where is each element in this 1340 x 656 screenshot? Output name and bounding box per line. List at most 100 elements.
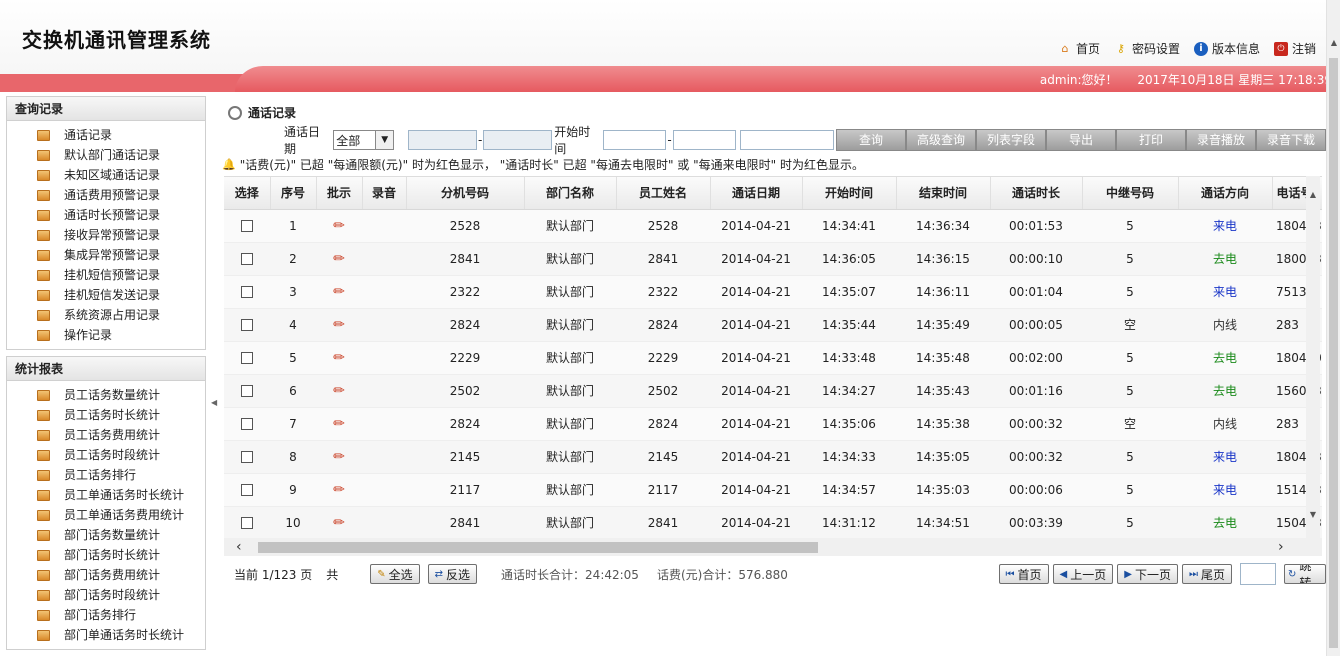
nav-stat-item[interactable]: 部门单通话务时长统计 <box>37 625 205 645</box>
nav-default-dept-records[interactable]: 默认部门通话记录 <box>37 145 205 165</box>
nav-integration-error-warning[interactable]: 集成异常预警记录 <box>37 245 205 265</box>
row-instruction-pen[interactable]: ✏ <box>316 473 362 507</box>
checkbox[interactable] <box>241 286 253 298</box>
col-employee[interactable]: 员工姓名 <box>616 177 711 210</box>
checkbox[interactable] <box>241 352 253 364</box>
date-from-input[interactable] <box>408 130 478 150</box>
advanced-query-button[interactable]: 高级查询 <box>905 129 976 151</box>
checkbox[interactable] <box>241 319 253 331</box>
nav-sms-warning[interactable]: 挂机短信预警记录 <box>37 265 205 285</box>
query-button[interactable]: 查询 <box>835 129 906 151</box>
table-row[interactable]: 10 ✏ 2841 默认部门 2841 2014-04-21 14:31:12 14:34:5… <box>224 506 1322 538</box>
select-all-button[interactable]: ✎ 全选 <box>370 564 420 584</box>
table-row[interactable]: 4 ✏ 2824 默认部门 2824 2014-04-21 14:35:44 14:35:49… <box>224 308 1322 342</box>
row-checkbox[interactable] <box>224 275 270 309</box>
nav-stat-item[interactable]: 部门话务数量统计 <box>37 525 205 545</box>
start-time-from-input[interactable] <box>603 130 667 150</box>
nav-stat-item[interactable]: 员工单通话务费用统计 <box>37 505 205 525</box>
nav-stat-item[interactable]: 部门话务时长统计 <box>37 545 205 565</box>
collapse-sidebar-icon[interactable]: ◀ <box>211 398 217 407</box>
table-vertical-scrollbar[interactable]: ▲ ▼ <box>1306 176 1320 538</box>
nav-operation-log[interactable]: 操作记录 <box>37 325 205 345</box>
row-checkbox[interactable] <box>224 440 270 474</box>
table-row[interactable]: 7 ✏ 2824 默认部门 2824 2014-04-21 14:35:06 14:35:38… <box>224 407 1322 441</box>
logout-link[interactable]: ⏻ 注销 <box>1273 40 1316 57</box>
col-select[interactable]: 选择 <box>224 177 271 210</box>
pencil-icon[interactable]: ✏ <box>333 482 345 498</box>
col-trunk[interactable]: 中继号码 <box>1082 177 1179 210</box>
table-row[interactable]: 9 ✏ 2117 默认部门 2117 2014-04-21 14:34:57 14:35:03… <box>224 473 1322 507</box>
scroll-left-icon[interactable]: ‹ <box>236 539 242 555</box>
pencil-icon[interactable]: ✏ <box>333 251 345 267</box>
nav-sms-sent[interactable]: 挂机短信发送记录 <box>37 285 205 305</box>
stats-panel-title[interactable]: 统计报表 <box>7 357 205 381</box>
nav-stat-item[interactable]: 员工话务时段统计 <box>37 445 205 465</box>
pencil-icon[interactable]: ✏ <box>333 284 345 300</box>
jump-button[interactable]: ↻ 跳转 <box>1284 564 1326 584</box>
pencil-icon[interactable]: ✏ <box>333 449 345 465</box>
date-range-select[interactable]: 全部 ▼ <box>333 130 395 150</box>
col-department[interactable]: 部门名称 <box>524 177 617 210</box>
nav-fee-warning[interactable]: 通话费用预警记录 <box>37 185 205 205</box>
nav-stat-item[interactable]: 员工话务数量统计 <box>37 385 205 405</box>
row-checkbox[interactable] <box>224 308 270 342</box>
col-instruction[interactable]: 批示 <box>316 177 363 210</box>
keyword-input[interactable] <box>739 130 834 150</box>
checkbox[interactable] <box>241 517 253 529</box>
start-time-to-input[interactable] <box>672 130 736 150</box>
home-link[interactable]: ⌂ 首页 <box>1058 40 1100 57</box>
checkbox[interactable] <box>241 451 253 463</box>
row-instruction-pen[interactable]: ✏ <box>316 209 362 243</box>
window-scroll-thumb[interactable] <box>1329 58 1338 648</box>
table-row[interactable]: 6 ✏ 2502 默认部门 2502 2014-04-21 14:34:27 14:35:43… <box>224 374 1322 408</box>
scroll-up-icon[interactable]: ▲ <box>1306 190 1320 199</box>
col-start[interactable]: 开始时间 <box>802 177 897 210</box>
col-end[interactable]: 结束时间 <box>896 177 991 210</box>
pencil-icon[interactable]: ✏ <box>333 350 345 366</box>
row-instruction-pen[interactable]: ✏ <box>316 242 362 276</box>
col-extension[interactable]: 分机号码 <box>406 177 525 210</box>
window-scrollbar[interactable]: ▲ <box>1326 0 1340 656</box>
row-checkbox[interactable] <box>224 473 270 507</box>
query-panel-title[interactable]: 查询记录 <box>7 97 205 121</box>
print-button[interactable]: 打印 <box>1115 129 1186 151</box>
horizontal-scroll-thumb[interactable] <box>258 542 818 553</box>
invert-selection-button[interactable]: ⇄ 反选 <box>427 564 478 584</box>
password-settings-link[interactable]: ⚷ 密码设置 <box>1114 40 1180 57</box>
nav-unknown-area-records[interactable]: 未知区域通话记录 <box>37 165 205 185</box>
row-instruction-pen[interactable]: ✏ <box>316 308 362 342</box>
scroll-right-icon[interactable]: › <box>1278 539 1284 555</box>
table-row[interactable]: 2 ✏ 2841 默认部门 2841 2014-04-21 14:36:05 14:36:15… <box>224 242 1322 276</box>
download-recording-button[interactable]: 录音下载 <box>1255 129 1326 151</box>
next-page-button[interactable]: ▶ 下一页 <box>1117 564 1178 584</box>
checkbox[interactable] <box>241 385 253 397</box>
col-date[interactable]: 通话日期 <box>710 177 803 210</box>
row-checkbox[interactable] <box>224 209 270 243</box>
checkbox[interactable] <box>241 418 253 430</box>
col-duration[interactable]: 通话时长 <box>990 177 1083 210</box>
pencil-icon[interactable]: ✏ <box>333 383 345 399</box>
row-checkbox[interactable] <box>224 506 270 538</box>
nav-resource-usage[interactable]: 系统资源占用记录 <box>37 305 205 325</box>
nav-call-records[interactable]: 通话记录 <box>37 125 205 145</box>
nav-stat-item[interactable]: 部门话务费用统计 <box>37 565 205 585</box>
row-instruction-pen[interactable]: ✏ <box>316 374 362 408</box>
nav-stat-item[interactable]: 员工单通话务时长统计 <box>37 485 205 505</box>
page-number-input[interactable] <box>1240 563 1276 585</box>
nav-stat-item[interactable]: 部门话务排行 <box>37 605 205 625</box>
version-info-link[interactable]: i 版本信息 <box>1193 40 1260 57</box>
col-recording[interactable]: 录音 <box>362 177 407 210</box>
export-button[interactable]: 导出 <box>1045 129 1116 151</box>
nav-duration-warning[interactable]: 通话时长预警记录 <box>37 205 205 225</box>
row-checkbox[interactable] <box>224 407 270 441</box>
table-row[interactable]: 3 ✏ 2322 默认部门 2322 2014-04-21 14:35:07 14:36:11… <box>224 275 1322 309</box>
pencil-icon[interactable]: ✏ <box>333 515 345 531</box>
nav-stat-item[interactable]: 员工话务时长统计 <box>37 405 205 425</box>
table-row[interactable]: 8 ✏ 2145 默认部门 2145 2014-04-21 14:34:33 14:35:05… <box>224 440 1322 474</box>
checkbox[interactable] <box>241 220 253 232</box>
nav-stat-item[interactable]: 部门话务时段统计 <box>37 585 205 605</box>
row-instruction-pen[interactable]: ✏ <box>316 407 362 441</box>
play-recording-button[interactable]: 录音播放 <box>1185 129 1256 151</box>
row-instruction-pen[interactable]: ✏ <box>316 275 362 309</box>
pencil-icon[interactable]: ✏ <box>333 416 345 432</box>
